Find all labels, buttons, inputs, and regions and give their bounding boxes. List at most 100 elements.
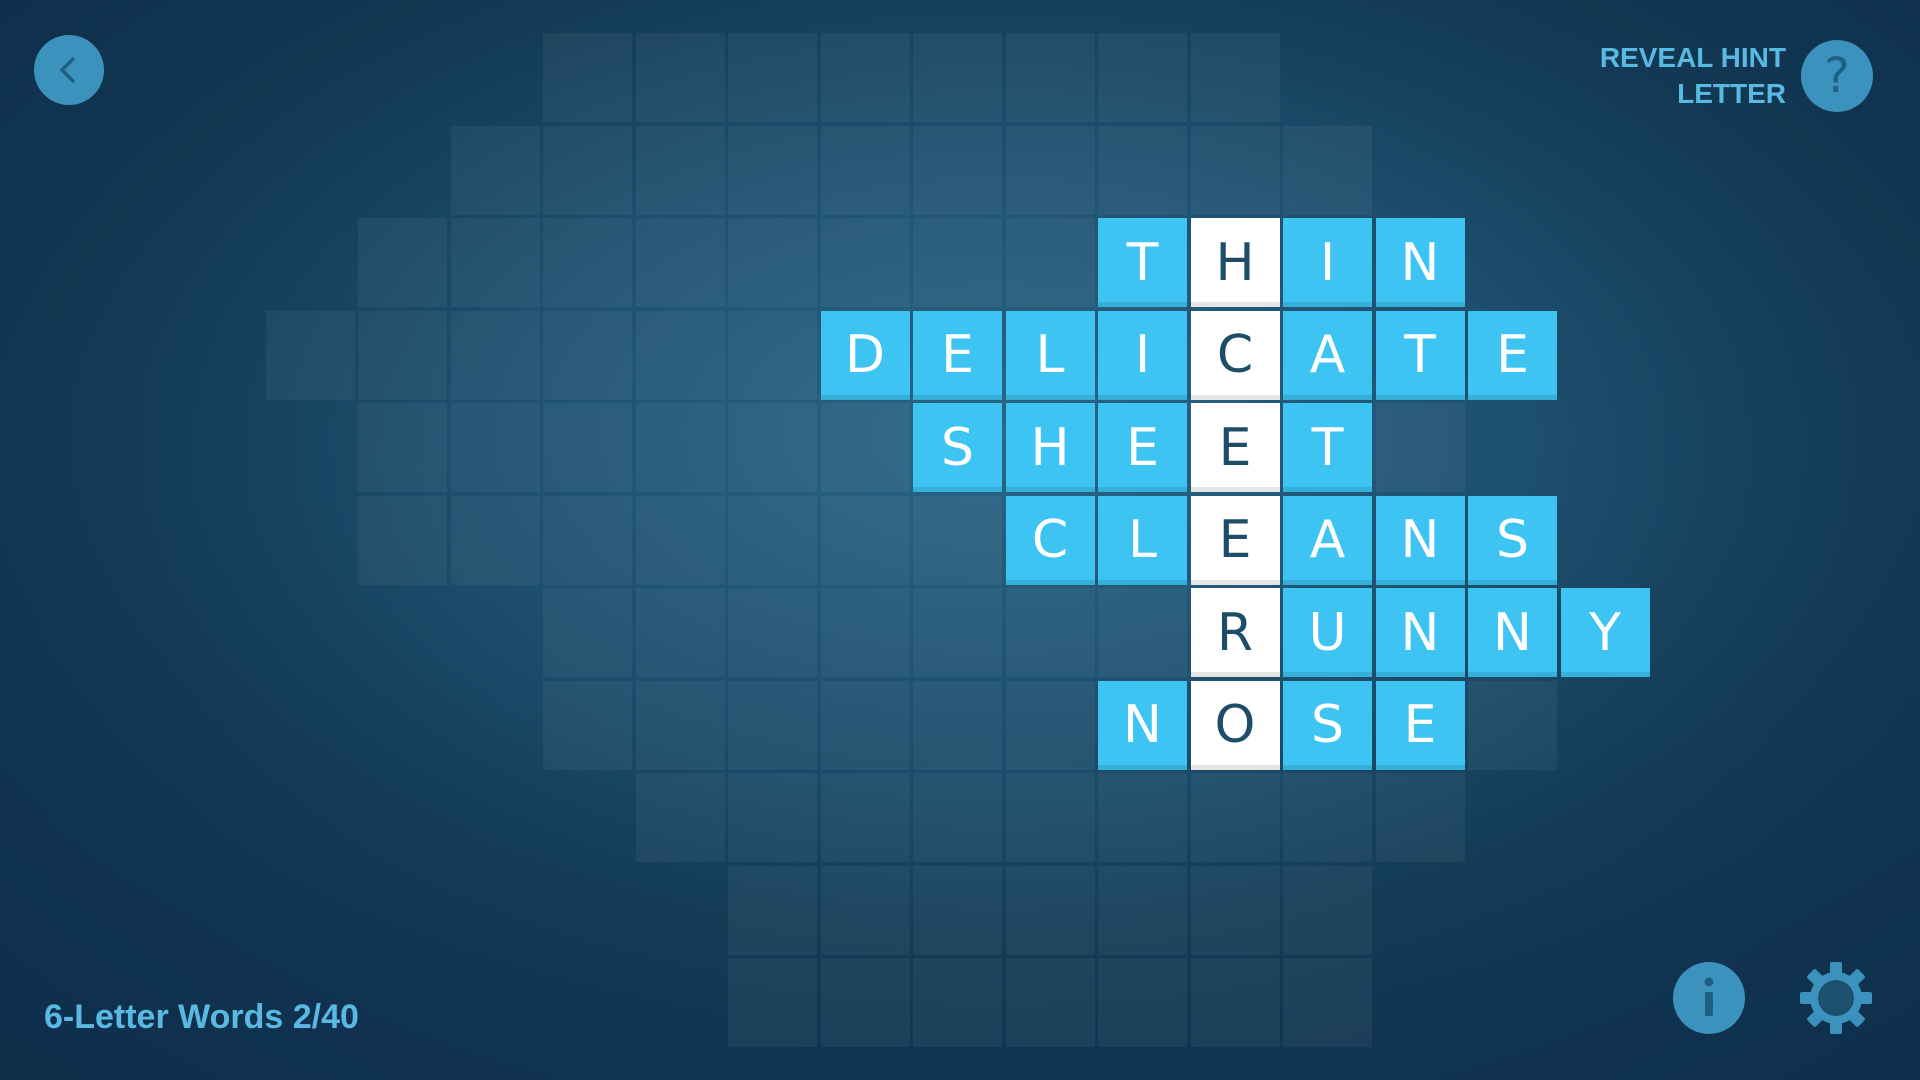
board-cell [1005,218,1095,307]
board-cell [820,680,910,770]
letter-tile[interactable]: H [1005,403,1095,492]
board-cell [635,680,725,770]
board-cell [635,33,725,122]
board-cell [913,680,1002,770]
question-icon: ? [1824,48,1850,104]
board-cell [450,403,540,492]
board-cell [358,403,447,492]
board-cell [265,310,355,400]
board-cell [450,495,540,585]
board-cell [635,218,725,307]
board-cell [728,958,817,1047]
board-cell [913,33,1002,122]
board-cell [1283,773,1372,862]
board-cell [1098,33,1187,122]
board-cell [1098,958,1187,1047]
letter-tile[interactable]: E [913,310,1002,400]
letter-tile[interactable]: S [913,403,1002,492]
board-cell [450,218,540,307]
board-cell [820,865,910,955]
board-cell [543,588,632,677]
letter-tile[interactable]: E [1098,403,1187,492]
board-cell [358,218,447,307]
board-cell [1098,588,1187,677]
board-cell [635,773,725,862]
board-cell [450,125,540,215]
reveal-hint-line1: REVEAL HINT [1599,42,1786,73]
letter-tile[interactable]: T [1098,218,1187,307]
board-cell [635,495,725,585]
board-cell [543,680,632,770]
letter-tile[interactable]: C [1005,495,1095,585]
info-button[interactable] [1673,962,1745,1034]
letter-tile[interactable]: L [1005,310,1095,400]
letter-tile[interactable]: D [820,310,910,400]
board-cell [1190,865,1280,955]
letter-tile[interactable]: N [1098,680,1187,770]
board-cell [913,125,1002,215]
board-cell [635,403,725,492]
letter-tile[interactable]: E [1190,495,1280,585]
board-cell [728,403,817,492]
board-cell [913,588,1002,677]
settings-button[interactable] [1798,960,1874,1036]
letter-tile[interactable]: N [1375,588,1465,677]
board-cell [543,33,632,122]
board-cell [820,403,910,492]
board-cell [1283,958,1372,1047]
board-cell [543,310,632,400]
info-icon [1704,977,1714,1016]
letter-tile[interactable]: N [1468,588,1557,677]
letter-tile[interactable]: L [1098,495,1187,585]
letter-tile[interactable]: H [1190,218,1280,307]
letter-tile[interactable]: R [1190,588,1280,677]
board-cell [913,495,1002,585]
board-cell [1190,125,1280,215]
letter-tile[interactable]: E [1468,310,1557,400]
board-cell [358,310,447,400]
letter-tile[interactable]: I [1283,218,1372,307]
board-cell [1375,403,1465,492]
board-cell [820,218,910,307]
board-cell [728,125,817,215]
board-cell [728,495,817,585]
board-cell [1375,773,1465,862]
board-cell [728,310,817,400]
board-cell [1005,680,1095,770]
board-cell [728,865,817,955]
board-cell [1190,33,1280,122]
board-cell [820,125,910,215]
letter-tile[interactable]: C [1190,310,1280,400]
letter-tile[interactable]: E [1190,403,1280,492]
board-cell [543,495,632,585]
board-cell [1098,125,1187,215]
board-cell [543,125,632,215]
board-cell [728,588,817,677]
puzzle-board: THINDELICATESHEETCLEANSRUNNYNOSE [0,0,1920,1080]
letter-tile[interactable]: A [1283,310,1372,400]
letter-tile[interactable]: S [1468,495,1557,585]
board-cell [728,680,817,770]
letter-tile[interactable]: E [1375,680,1465,770]
board-cell [728,218,817,307]
letter-tile[interactable]: N [1375,495,1465,585]
letter-tile[interactable]: U [1283,588,1372,677]
board-cell [1190,958,1280,1047]
board-cell [635,588,725,677]
letter-tile[interactable]: O [1190,680,1280,770]
board-cell [543,218,632,307]
chevron-left-icon [60,57,75,83]
reveal-hint-label[interactable]: REVEAL HINT LETTER [1600,40,1786,112]
back-button[interactable] [34,35,104,105]
reveal-hint-button[interactable]: ? [1801,40,1873,112]
letter-tile[interactable]: S [1283,680,1372,770]
letter-tile[interactable]: T [1375,310,1465,400]
board-cell [820,495,910,585]
letter-tile[interactable]: A [1283,495,1372,585]
letter-tile[interactable]: T [1283,403,1372,492]
letter-tile[interactable]: N [1375,218,1465,307]
letter-tile[interactable]: Y [1560,588,1650,677]
letter-tile[interactable]: I [1098,310,1187,400]
board-cell [543,403,632,492]
board-cell [728,33,817,122]
